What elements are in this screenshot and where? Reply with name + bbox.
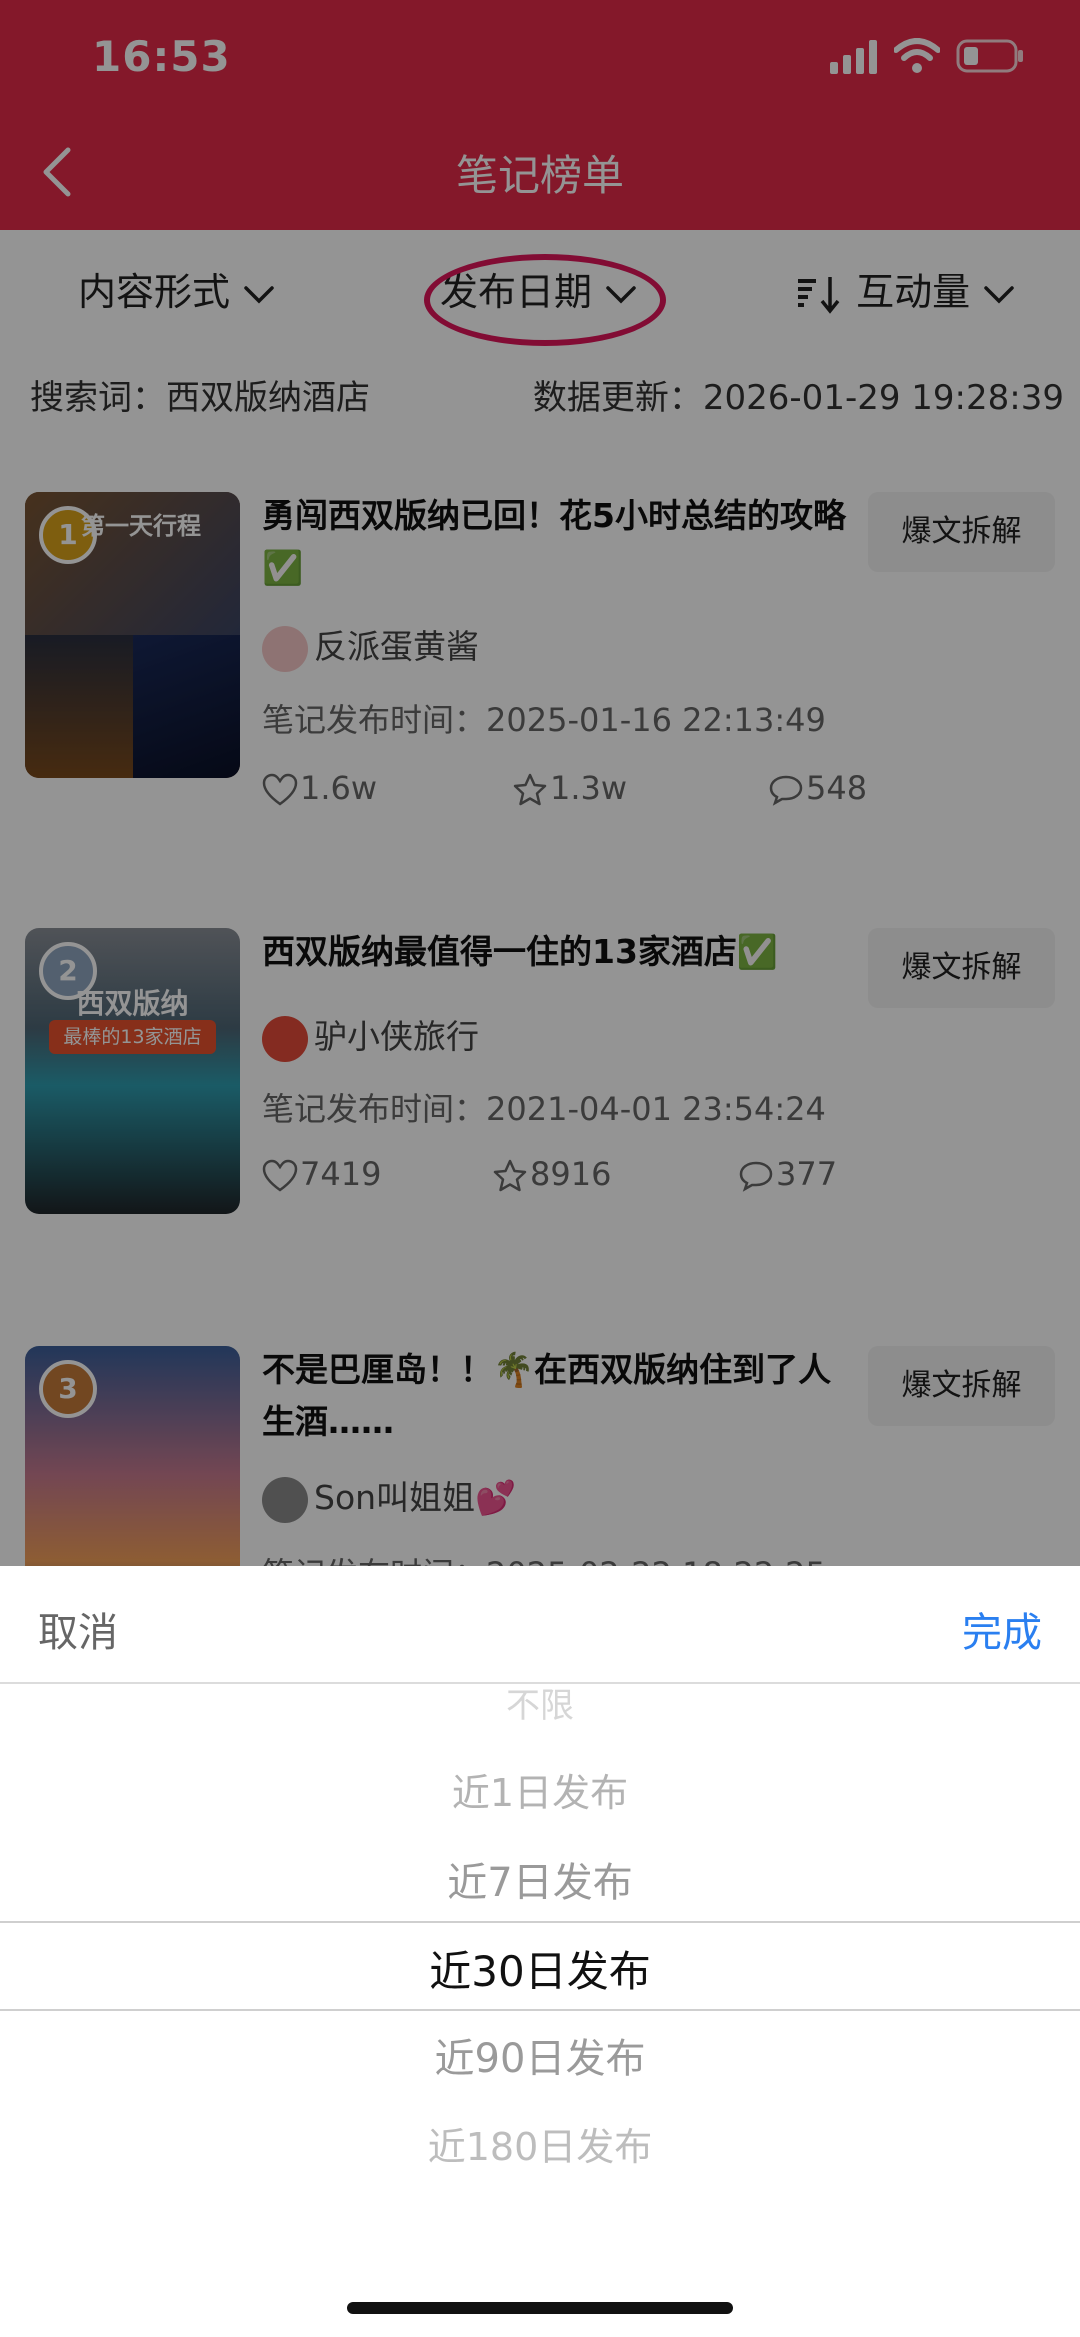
picker-option[interactable]: 近90日发布 — [0, 2026, 1080, 2084]
picker-option[interactable]: 近180日发布 — [0, 2116, 1080, 2171]
picker-toolbar: 取消 完成 — [0, 1566, 1080, 1684]
done-button[interactable]: 完成 — [962, 1600, 1042, 1658]
picker-option[interactable]: 近1日发布 — [0, 1762, 1080, 1817]
picker-option-selected[interactable]: 近30日发布 — [0, 1938, 1080, 1999]
modal-backdrop[interactable] — [0, 0, 1080, 1566]
selection-line-top — [0, 1921, 1080, 1923]
date-picker-sheet: 取消 完成 不限 近1日发布 近7日发布 近30日发布 近90日发布 近180日… — [0, 1566, 1080, 2337]
home-indicator[interactable] — [347, 2302, 733, 2314]
selection-line-bottom — [0, 2009, 1080, 2011]
picker-option[interactable]: 不限 — [0, 1678, 1080, 1722]
cancel-button[interactable]: 取消 — [38, 1600, 118, 1658]
picker-option[interactable]: 近7日发布 — [0, 1850, 1080, 1908]
